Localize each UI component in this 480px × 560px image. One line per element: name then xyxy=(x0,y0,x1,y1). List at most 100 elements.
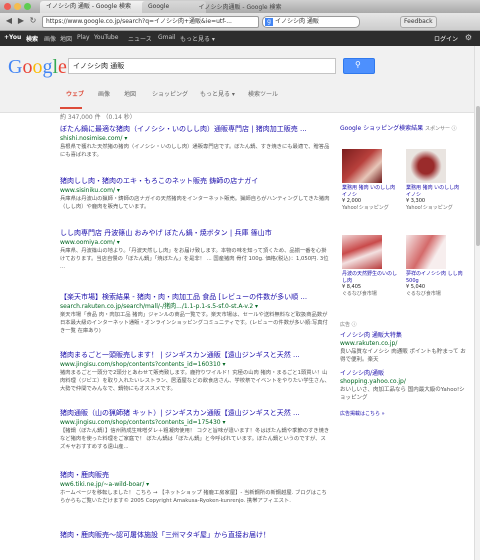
result-url[interactable]: www.sisiniku.com/ ▾ xyxy=(60,186,330,195)
active-tab-indicator xyxy=(60,107,82,109)
close-icon[interactable] xyxy=(4,3,11,10)
zoom-icon[interactable] xyxy=(24,3,31,10)
result-title[interactable]: 猪肉通販（山の猟師猪 キット）| ジンギスカン通販【遠山ジンギスと天然 ... xyxy=(60,408,330,418)
result-snippet: 【猪鍋（ぼたん鍋）】信州熟成生味噌ダレ＋粗凝肉使用！ コクと旨味が違います！冬は… xyxy=(60,428,330,450)
tab-shopping[interactable]: ショッピング xyxy=(152,89,188,98)
tab-web[interactable]: ウェブ xyxy=(66,89,84,98)
result-url[interactable]: ww6.tiki.ne.jp/~a-wild-boar/ ▾ xyxy=(60,480,330,489)
product-card[interactable]: 業務用 猪肉 いのしし肉 イノシ ¥ 2,000 Yahoo!ショッピング xyxy=(342,149,400,211)
result-item: 【楽天市場】検索結果 - 猪肉・肉・肉加工品 食品 [レビューの件数が多い順 .… xyxy=(60,292,330,335)
result-title[interactable]: 猪肉・鹿肉販売～認可屠体施設「三州マタギ屋」から直接お届け！ xyxy=(60,530,330,540)
ad-item: イノシシ肉 通販大特集 www.rakuten.co.jp/ 良い品質なイノシシ… xyxy=(340,332,470,364)
browser-window: イノシシ肉 通販 - Google 検索 Google イノシシ肉通販 - Go… xyxy=(0,0,480,560)
tab-maps[interactable]: 地図 xyxy=(124,89,136,98)
ad-description: おいしいさ、肉加工品なら 国内最大級のYahoo!ショッピング xyxy=(340,387,465,401)
product-title[interactable]: 丹波の天然野生のいのしし肉 xyxy=(342,271,400,284)
result-title[interactable]: ぼたん鍋に最適な猪肉（イノシシ・いのしし肉）通販専門店 | 猪肉加工販売 ... xyxy=(60,124,330,134)
result-title[interactable]: 猪肉・鹿肉販売 xyxy=(60,470,330,480)
product-card[interactable]: 夢祥のイノシシ肉 しし肉 500g ¥ 5,040 ぐるなび食市場 xyxy=(406,235,464,297)
result-url[interactable]: www.jingisu.com/shop/contents?contents_i… xyxy=(60,360,330,369)
toolbar-search-field[interactable]: g イノシシ肉 通販 xyxy=(262,16,360,28)
result-snippet: 楽天市場「食品 肉・肉加工品 猪肉」ジャンルの商品一覧です。楽天市場は、セールや… xyxy=(60,312,328,334)
product-title[interactable]: 業務用 猪肉 いのしし肉 イノシ xyxy=(342,185,400,198)
minimize-icon[interactable] xyxy=(14,3,21,10)
gbar-more[interactable]: もっと見る ▾ xyxy=(180,34,215,43)
search-button[interactable]: ⚲ xyxy=(343,58,375,74)
product-title[interactable]: 夢祥のイノシシ肉 しし肉 500g xyxy=(406,271,464,284)
scrollbar[interactable] xyxy=(474,46,480,560)
ads-label: 広告 ⓘ xyxy=(340,322,357,328)
toolbar-search-text: イノシシ肉 通販 xyxy=(275,18,319,25)
result-url[interactable]: www.jingisu.com/shop/contents?contents_i… xyxy=(60,418,330,427)
gbar-gmail[interactable]: Gmail xyxy=(158,34,176,41)
scrollbar-thumb[interactable] xyxy=(476,106,480,246)
ad-url[interactable]: shopping.yahoo.co.jp/ xyxy=(340,378,470,386)
ads-more-link[interactable]: 広告掲載はこちら » xyxy=(340,410,470,418)
ad-title[interactable]: イノシシ肉 通販大特集 xyxy=(340,332,470,340)
gbar-maps[interactable]: 地図 xyxy=(60,34,72,43)
result-item: ぼたん鍋に最適な猪肉（イノシシ・いのしし肉）通販専門店 | 猪肉加工販売 ...… xyxy=(60,124,330,159)
ad-item: イノシシ肉/通販 shopping.yahoo.co.jp/ おいしいさ、肉加工… xyxy=(340,370,470,402)
result-item: 猪肉・鹿肉販売 ww6.tiki.ne.jp/~a-wild-boar/ ▾ ホ… xyxy=(60,470,330,505)
gbar-play[interactable]: Play xyxy=(77,34,90,41)
right-column: Google ショッピング検索結果 スポンサー ⓘ 業務用 猪肉 いのしし肉 イ… xyxy=(340,125,472,417)
product-image[interactable] xyxy=(406,149,446,183)
result-item: 猪肉・鹿肉販売～認可屠体施設「三州マタギ屋」から直接お届け！ xyxy=(60,530,330,540)
result-title[interactable]: 猪肉まるごと一頭販売します！ | ジンギスカン通販【遠山ジンギスと天然 ... xyxy=(60,350,330,360)
result-snippet: 猪肉まるごと一頭分で2頭分とあわせて販売致します。鹿狩りワイルド！究極の山肉 猪… xyxy=(60,370,330,392)
ad-url[interactable]: www.rakuten.co.jp/ xyxy=(340,340,470,348)
result-item: しし肉専門店 丹波篠山 おみやげ ぼたん鍋・焼ボタン | 兵庫 篠山市 www.… xyxy=(60,228,330,271)
tab-search-tools[interactable]: 検索ツール xyxy=(248,89,278,98)
result-url[interactable]: www.oomiya.com/ ▾ xyxy=(60,238,330,247)
ads-section: 広告 ⓘ イノシシ肉 通販大特集 www.rakuten.co.jp/ 良い品質… xyxy=(340,321,470,418)
back-icon[interactable]: ◀ xyxy=(4,16,14,26)
product-card[interactable]: 業務用 猪肉 いのしし肉 イノシ ¥ 3,300 Yahoo!ショッピング xyxy=(406,149,464,211)
result-url[interactable]: search.rakuten.co.jp/search/mall/-/猪肉...… xyxy=(60,302,330,311)
feedback-button[interactable]: Feedback xyxy=(400,16,437,28)
product-title[interactable]: 業務用 猪肉 いのしし肉 イノシ xyxy=(406,185,464,198)
result-url[interactable]: shishi.nosimise.com/ ▾ xyxy=(60,134,330,143)
product-store: ぐるなび食市場 xyxy=(406,290,441,297)
gbar-search[interactable]: 検索 xyxy=(26,34,38,43)
shopping-header-text: Google ショッピング検索結果 xyxy=(340,125,424,132)
gbar-you[interactable]: +You xyxy=(4,34,21,41)
tab-images[interactable]: 画像 xyxy=(98,89,110,98)
product-store: Yahoo!ショッピング xyxy=(342,204,389,211)
gbar-news[interactable]: ニュース xyxy=(128,34,152,43)
result-snippet: 兵庫県、丹波篠山の地より。「丹波天然しし肉」をお届け致します。本物の味を知って頂… xyxy=(60,248,329,270)
search-tabs: ウェブ 画像 地図 ショッピング もっと見る ▾ 検索ツール xyxy=(60,89,360,109)
result-title[interactable]: 【楽天市場】検索結果 - 猪肉・肉・肉加工品 食品 [レビューの件数が多い順 .… xyxy=(60,292,330,302)
product-store: ぐるなび食市場 xyxy=(342,290,377,297)
forward-icon[interactable]: ▶ xyxy=(16,16,26,26)
gear-icon[interactable]: ⚙ xyxy=(465,33,472,42)
search-input[interactable]: イノシシ肉 通販 xyxy=(68,58,336,74)
window-title: イノシシ肉通販 - Google 検索 xyxy=(198,4,282,11)
shopping-header[interactable]: Google ショッピング検索結果 スポンサー ⓘ xyxy=(340,125,472,133)
result-stats: 約 347,000 件 （0.14 秒） xyxy=(60,114,136,121)
tab-more[interactable]: もっと見る ▾ xyxy=(200,89,235,98)
product-image[interactable] xyxy=(406,235,446,269)
signin-button[interactable]: ログイン xyxy=(434,34,458,43)
google-icon: g xyxy=(265,18,273,26)
reload-icon[interactable]: ↻ xyxy=(28,16,38,26)
result-item: 猪肉通販（山の猟師猪 キット）| ジンギスカン通販【遠山ジンギスと天然 ... … xyxy=(60,408,330,451)
product-image[interactable] xyxy=(342,235,382,269)
ad-title[interactable]: イノシシ肉/通販 xyxy=(340,370,470,378)
result-snippet: ホームページを移転しました！ こちら → 【ネットショップ 猪鹿工房家屋】- 当… xyxy=(60,490,327,504)
product-card[interactable]: 丹波の天然野生のいのしし肉 ¥ 8,405 ぐるなび食市場 xyxy=(342,235,400,297)
search-icon: ⚲ xyxy=(355,60,361,69)
address-bar: ◀ ▶ ↻ https://www.google.co.jp/search?q=… xyxy=(0,13,480,31)
title-bar: イノシシ肉 通販 - Google 検索 Google イノシシ肉通販 - Go… xyxy=(0,0,480,13)
google-bar: +You 検索 画像 地図 Play YouTube ニュース Gmail もっ… xyxy=(0,31,480,46)
ads-more-text: 広告掲載はこちら » xyxy=(340,411,385,417)
window-controls xyxy=(4,3,31,10)
gbar-youtube[interactable]: YouTube xyxy=(94,34,118,41)
product-image[interactable] xyxy=(342,149,382,183)
result-title[interactable]: 猪肉しし肉・猪肉のエキ・もろこのネット販売 鋳師の店ナガイ xyxy=(60,176,330,186)
url-field[interactable]: https://www.google.co.jp/search?q=イノシシ肉+… xyxy=(42,16,259,28)
result-title[interactable]: しし肉専門店 丹波篠山 おみやげ ぼたん鍋・焼ボタン | 兵庫 篠山市 xyxy=(60,228,330,238)
ad-description: 良い品質なイノシシ 肉通販 ポイントも貯まって お得で便利。楽天 xyxy=(340,349,466,363)
result-item: 猪肉まるごと一頭販売します！ | ジンギスカン通販【遠山ジンギスと天然 ... … xyxy=(60,350,330,393)
google-logo[interactable]: Google xyxy=(8,56,67,79)
gbar-images[interactable]: 画像 xyxy=(44,34,56,43)
